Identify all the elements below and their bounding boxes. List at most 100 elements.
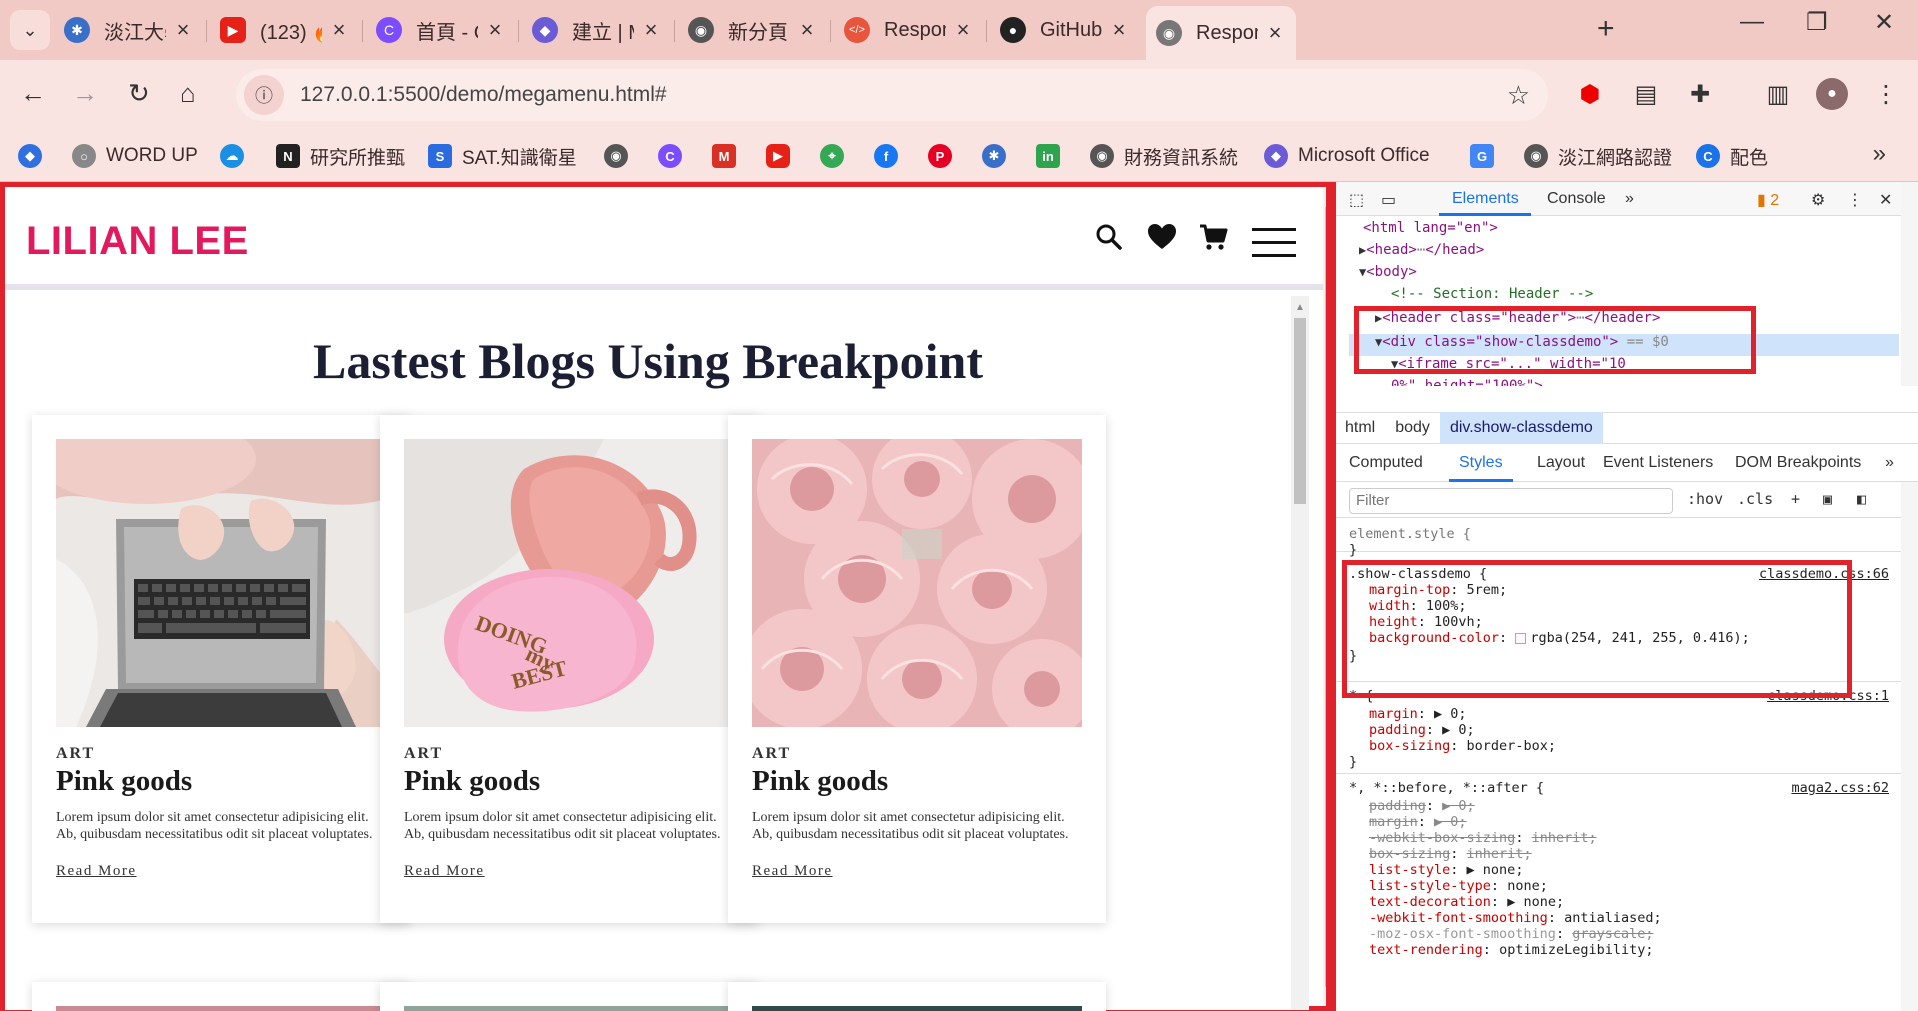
iframe-scrollbar[interactable]: ▲ [1291, 296, 1309, 1010]
bookmark-item[interactable]: S SAT.知識衛星 [428, 138, 577, 174]
adblock-icon[interactable]: ⬢ [1574, 78, 1606, 110]
back-arrow-icon[interactable]: ← [20, 78, 46, 109]
css-property-overridden[interactable]: box-sizing: inherit; [1369, 846, 1532, 862]
address-bar[interactable]: ⓘ 127.0.0.1:5500/demo/megamenu.html# ☆ [236, 69, 1548, 121]
site-info-icon[interactable]: ⓘ [244, 75, 284, 115]
bookmark-item[interactable]: f [874, 138, 908, 174]
dom-node-header[interactable]: ▶<header class="header">⋯</header> [1375, 310, 1660, 326]
tab-event-listeners[interactable]: Event Listeners [1603, 454, 1713, 472]
heart-icon[interactable] [1147, 223, 1177, 258]
css-property[interactable]: margin: ▶ 0; [1369, 706, 1467, 722]
site-logo[interactable]: LILIAN LEE [26, 219, 249, 264]
css-property[interactable]: margin-top: 5rem; [1369, 582, 1507, 598]
blog-card[interactable]: DOING my BEST ART Pink goods Lorem ipsum… [380, 415, 758, 923]
bookmark-item[interactable]: ▶ [766, 138, 800, 174]
blog-card[interactable]: ART Pink goods Lorem ipsum dolor sit ame… [32, 415, 410, 923]
dom-node[interactable]: <html lang="en"> [1363, 220, 1498, 236]
bookmark-item[interactable]: C 配色 [1696, 138, 1768, 174]
close-icon[interactable]: × [952, 17, 974, 43]
dom-comment[interactable]: <!-- Section: Header --> [1391, 286, 1593, 302]
dom-node-selected[interactable]: ▼<div class="show-classdemo"> == $0 [1375, 334, 1669, 350]
tab-styles[interactable]: Styles [1459, 454, 1503, 472]
close-icon[interactable]: × [328, 17, 350, 43]
close-icon[interactable]: × [172, 17, 194, 43]
toggle-sidebar-icon[interactable]: ◧ [1857, 490, 1866, 508]
bookmark-item[interactable]: ✱ [982, 138, 1016, 174]
browser-tab[interactable]: ● GitHub - l × [990, 8, 1140, 52]
css-property[interactable]: list-style-type: none; [1369, 878, 1548, 894]
css-property[interactable]: width: 100%; [1369, 598, 1467, 614]
browser-tab[interactable]: </> Responsiv × [834, 8, 984, 52]
breadcrumb-item[interactable]: body [1385, 419, 1440, 437]
tab-dom-breakpoints[interactable]: DOM Breakpoints [1735, 454, 1861, 472]
tab-search-button[interactable]: ⌄ [10, 10, 50, 50]
close-icon[interactable]: × [484, 17, 506, 43]
issues-badge[interactable]: ▮ 2 [1757, 190, 1779, 210]
sidepanel-icon[interactable]: ▥ [1762, 78, 1794, 110]
css-property[interactable]: box-sizing: border-box; [1369, 738, 1556, 754]
menu-kebab-icon[interactable]: ⋮ [1870, 78, 1902, 110]
bookmark-item[interactable]: N 研究所推甄 [276, 138, 405, 174]
blog-card[interactable] [380, 982, 758, 1011]
css-property[interactable]: background-color: rgba(254, 241, 255, 0.… [1369, 630, 1750, 646]
rule-source-link[interactable]: maga2.css:62 [1791, 780, 1889, 796]
css-property[interactable]: -webkit-font-smoothing: antialiased; [1369, 910, 1662, 926]
card-title[interactable]: Pink goods [56, 765, 192, 798]
window-close-icon[interactable]: ✕ [1874, 8, 1894, 37]
home-icon[interactable]: ⌂ [180, 78, 196, 109]
bookmark-item[interactable]: ☁ [220, 138, 254, 174]
browser-tab[interactable]: ◆ 建立 | Micr × [522, 8, 672, 52]
bookmark-item[interactable]: ◉ 財務資訊系統 [1090, 138, 1238, 174]
blog-card[interactable] [728, 982, 1106, 1011]
devtools-menu-icon[interactable]: ⋮ [1847, 190, 1863, 210]
scroll-up-icon[interactable]: ▲ [1295, 302, 1305, 313]
rule-selector[interactable]: * { [1349, 688, 1373, 704]
rule-selector[interactable]: .show-classdemo { [1349, 566, 1487, 582]
read-more-link[interactable]: Read More [752, 863, 833, 880]
avatar[interactable]: ● [1816, 78, 1848, 110]
page-icon[interactable]: ▤ [1630, 78, 1662, 110]
url-text[interactable]: 127.0.0.1:5500/demo/megamenu.html# [300, 83, 667, 107]
element-style-selector[interactable]: element.style { [1349, 526, 1471, 542]
more-panes-icon[interactable]: » [1885, 454, 1894, 472]
tab-elements[interactable]: Elements [1452, 190, 1519, 208]
hamburger-menu-icon[interactable] [1252, 228, 1296, 258]
bookmark-item[interactable]: ◉ 淡江網路認證 [1524, 138, 1672, 174]
read-more-link[interactable]: Read More [404, 863, 485, 880]
scrollbar-thumb[interactable] [1294, 318, 1306, 504]
bookmark-item[interactable]: ◆ Microsoft Office [1264, 138, 1430, 174]
bookmark-item[interactable]: G [1470, 138, 1504, 174]
close-icon[interactable]: × [1108, 17, 1130, 43]
bookmark-item[interactable]: ⌖ [820, 138, 854, 174]
devtools-close-icon[interactable]: ✕ [1879, 190, 1892, 210]
dom-node[interactable]: ▼<iframe src="..." width="10 [1391, 356, 1626, 372]
device-toggle-icon[interactable]: ▭ [1381, 190, 1396, 210]
css-property-overridden[interactable]: margin: ▶ 0; [1369, 814, 1467, 830]
bookmark-item[interactable]: ◉ [604, 138, 638, 174]
color-swatch-icon[interactable] [1515, 632, 1527, 644]
bookmark-item[interactable]: ○ WORD UP [72, 138, 198, 174]
css-property-inactive[interactable]: -moz-osx-font-smoothing: grayscale; [1369, 926, 1653, 942]
add-rule-plus-icon[interactable]: + [1791, 490, 1800, 508]
css-property-overridden[interactable]: padding: ▶ 0; [1369, 798, 1475, 814]
forward-arrow-icon[interactable]: → [72, 78, 98, 109]
browser-tab[interactable]: ▶ (123) 🔥 지 × [210, 8, 360, 52]
card-title[interactable]: Pink goods [752, 765, 888, 798]
dom-node[interactable]: ▶<head>⋯</head> [1359, 242, 1484, 258]
restore-icon[interactable]: ❐ [1806, 8, 1828, 37]
filter-input[interactable]: Filter [1349, 488, 1673, 514]
inspect-element-icon[interactable]: ⬚ [1349, 190, 1364, 210]
rule-source-link[interactable]: classdemo.css:1 [1767, 688, 1889, 704]
tab-computed[interactable]: Computed [1349, 454, 1423, 472]
reload-icon[interactable]: ↻ [128, 78, 150, 109]
minimize-icon[interactable]: — [1740, 8, 1764, 36]
more-tabs-icon[interactable]: » [1625, 190, 1634, 208]
scrollbar-thumb[interactable] [1325, 207, 1332, 987]
css-property[interactable]: height: 100vh; [1369, 614, 1483, 630]
search-icon[interactable] [1095, 223, 1123, 258]
read-more-link[interactable]: Read More [56, 863, 137, 880]
breadcrumb-item[interactable]: html [1335, 419, 1385, 437]
tab-layout[interactable]: Layout [1537, 454, 1585, 472]
dom-node[interactable]: ▼<body> [1359, 264, 1417, 280]
close-icon[interactable]: × [640, 17, 662, 43]
